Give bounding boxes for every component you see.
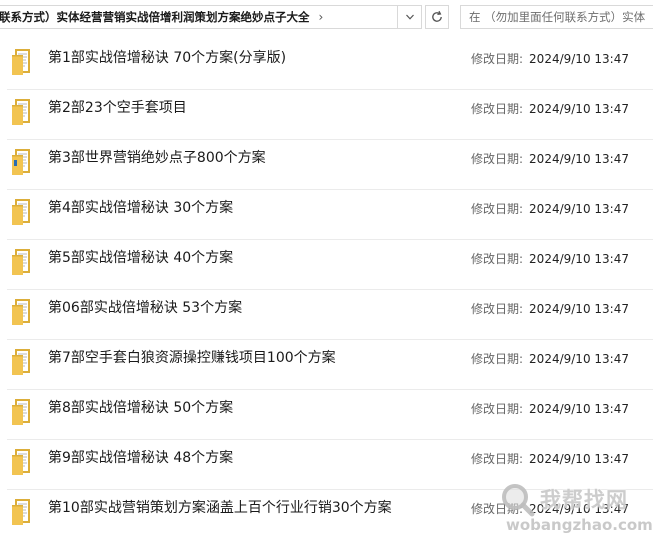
modified-date-value: 2024/9/10 13:47 <box>529 252 629 266</box>
folder-icon <box>10 496 34 526</box>
modified-date: 修改日期: 2024/9/10 13:47 <box>471 400 629 417</box>
refresh-icon <box>432 10 442 22</box>
folder-name[interactable]: 第7部空手套白狼资源操控赚钱项目100个方案 <box>48 347 336 367</box>
file-list-row[interactable]: 第1部实战倍增秘诀 70个方案(分享版) 修改日期: 2024/9/10 13:47 <box>0 40 653 90</box>
address-path[interactable]: 联系方式）实体经营营销实战倍增利润策划方案绝妙点子大全 <box>0 9 310 25</box>
chevron-down-icon <box>405 14 414 20</box>
modified-date: 修改日期: 2024/9/10 13:47 <box>471 50 629 67</box>
refresh-button[interactable] <box>425 5 449 29</box>
modified-date: 修改日期: 2024/9/10 13:47 <box>471 450 629 467</box>
modified-date: 修改日期: 2024/9/10 13:47 <box>471 300 629 317</box>
watermark: 我帮找网 wobangzhao.com <box>496 478 653 547</box>
folder-icon <box>10 246 34 276</box>
modified-date: 修改日期: 2024/9/10 13:47 <box>471 100 629 117</box>
file-list-row[interactable]: 第2部23个空手套项目 修改日期: 2024/9/10 13:47 <box>0 90 653 140</box>
folder-name[interactable]: 第9部实战倍增秘诀 48个方案 <box>48 447 233 467</box>
folder-name[interactable]: 第4部实战倍增秘诀 30个方案 <box>48 197 233 217</box>
address-bar[interactable]: 联系方式）实体经营营销实战倍增利润策划方案绝妙点子大全 › <box>0 5 398 29</box>
modified-date-value: 2024/9/10 13:47 <box>529 202 629 216</box>
folder-name[interactable]: 第1部实战倍增秘诀 70个方案(分享版) <box>48 47 286 67</box>
modified-date-label: 修改日期: <box>471 152 524 166</box>
modified-date: 修改日期: 2024/9/10 13:47 <box>471 200 629 217</box>
modified-date-value: 2024/9/10 13:47 <box>529 452 629 466</box>
modified-date: 修改日期: 2024/9/10 13:47 <box>471 350 629 367</box>
folder-name[interactable]: 第06部实战倍增秘诀 53个方案 <box>48 297 242 317</box>
folder-name[interactable]: 第5部实战倍增秘诀 40个方案 <box>48 247 233 267</box>
magnifier-logo-icon <box>502 484 535 517</box>
folder-icon <box>10 296 34 326</box>
folder-icon <box>10 346 34 376</box>
folder-icon <box>10 46 34 76</box>
modified-date-value: 2024/9/10 13:47 <box>529 52 629 66</box>
modified-date-label: 修改日期: <box>471 402 524 416</box>
address-history-dropdown[interactable] <box>398 5 422 29</box>
folder-icon <box>10 96 34 126</box>
folder-icon <box>10 446 34 476</box>
modified-date-label: 修改日期: <box>471 202 524 216</box>
file-list-row[interactable]: 第5部实战倍增秘诀 40个方案 修改日期: 2024/9/10 13:47 <box>0 240 653 290</box>
top-toolbar: 联系方式）实体经营营销实战倍增利润策划方案绝妙点子大全 › 在 （勿加里面任何联… <box>0 0 653 34</box>
modified-date: 修改日期: 2024/9/10 13:47 <box>471 250 629 267</box>
file-list-row[interactable]: 第4部实战倍增秘诀 30个方案 修改日期: 2024/9/10 13:47 <box>0 190 653 240</box>
watermark-logo-text: 我帮找网 <box>540 488 628 512</box>
modified-date-label: 修改日期: <box>471 302 524 316</box>
search-input[interactable]: 在 （勿加里面任何联系方式）实体 <box>460 5 653 29</box>
folder-name[interactable]: 第8部实战倍增秘诀 50个方案 <box>48 397 233 417</box>
watermark-url: wobangzhao.com <box>506 516 653 534</box>
file-list-row[interactable]: 第7部空手套白狼资源操控赚钱项目100个方案 修改日期: 2024/9/10 13:… <box>0 340 653 390</box>
file-list-row[interactable]: 第8部实战倍增秘诀 50个方案 修改日期: 2024/9/10 13:47 <box>0 390 653 440</box>
modified-date-value: 2024/9/10 13:47 <box>529 352 629 366</box>
modified-date-value: 2024/9/10 13:47 <box>529 402 629 416</box>
modified-date-label: 修改日期: <box>471 102 524 116</box>
chevron-right-icon[interactable]: › <box>319 10 324 24</box>
folder-icon <box>10 396 34 426</box>
modified-date-label: 修改日期: <box>471 352 524 366</box>
modified-date-value: 2024/9/10 13:47 <box>529 302 629 316</box>
file-list-row[interactable]: 第3部世界营销绝妙点子800个方案 修改日期: 2024/9/10 13:47 <box>0 140 653 190</box>
folder-name[interactable]: 第10部实战营销策划方案涵盖上百个行业行销30个方案 <box>48 497 392 517</box>
file-list-row[interactable]: 第06部实战倍增秘诀 53个方案 修改日期: 2024/9/10 13:47 <box>0 290 653 340</box>
modified-date-value: 2024/9/10 13:47 <box>529 152 629 166</box>
modified-date-label: 修改日期: <box>471 252 524 266</box>
modified-date: 修改日期: 2024/9/10 13:47 <box>471 150 629 167</box>
modified-date-label: 修改日期: <box>471 52 524 66</box>
modified-date-value: 2024/9/10 13:47 <box>529 102 629 116</box>
folder-name[interactable]: 第3部世界营销绝妙点子800个方案 <box>48 147 266 167</box>
folder-icon <box>10 196 34 226</box>
folder-name[interactable]: 第2部23个空手套项目 <box>48 97 187 117</box>
modified-date-label: 修改日期: <box>471 452 524 466</box>
folder-icon <box>10 146 34 176</box>
